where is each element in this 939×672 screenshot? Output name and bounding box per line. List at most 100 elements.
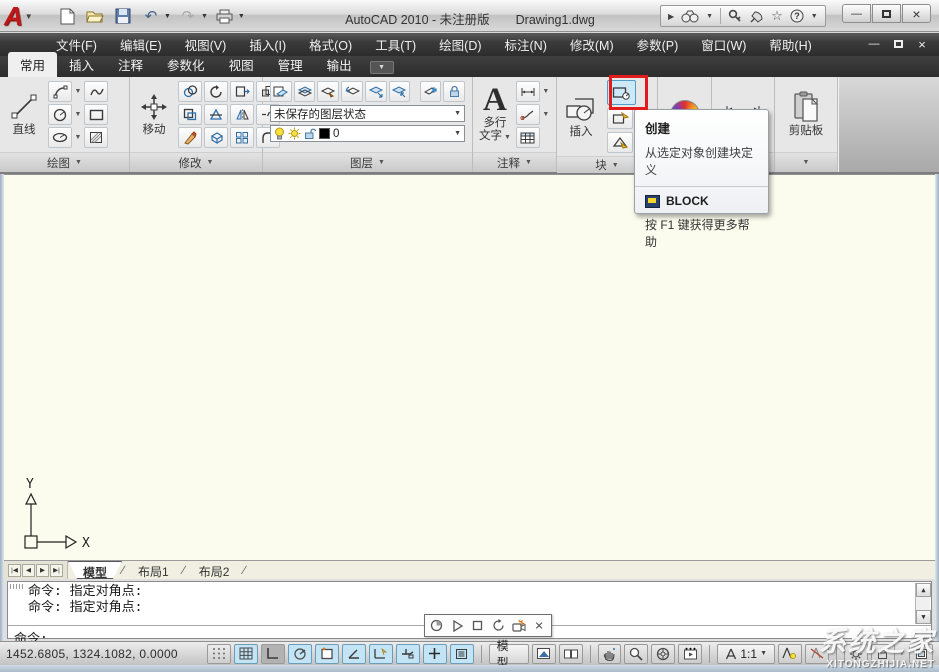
restore-button[interactable] <box>872 4 901 23</box>
stretch-button[interactable] <box>230 81 254 102</box>
multileader-caret-icon[interactable]: ▼ <box>542 111 550 118</box>
mirror-button[interactable] <box>230 104 254 125</box>
coordinate-readout[interactable]: 1452.6805, 1324.1082, 0.0000 <box>6 647 178 661</box>
ellipse-button[interactable] <box>48 127 72 148</box>
dynamic-input-toggle[interactable] <box>423 644 447 664</box>
help-button[interactable]: ? <box>790 9 804 23</box>
close-button[interactable]: × <box>902 4 931 23</box>
copy-button[interactable] <box>178 81 202 102</box>
polar-tracking-toggle[interactable] <box>288 644 312 664</box>
stop-button[interactable] <box>469 617 486 634</box>
trim-button[interactable] <box>204 104 228 125</box>
define-attributes-button[interactable] <box>607 132 633 153</box>
insert-block-button[interactable]: 插入 <box>561 92 601 141</box>
snap-toggle[interactable] <box>207 644 231 664</box>
infocenter-expand-icon[interactable]: ▶ <box>668 12 674 21</box>
rotate-button[interactable] <box>204 81 228 102</box>
ortho-toggle[interactable] <box>261 644 285 664</box>
first-tab-button[interactable]: |◀ <box>8 564 21 577</box>
lineweight-toggle[interactable] <box>450 644 474 664</box>
save-button[interactable] <box>112 5 134 27</box>
doc-restore-button[interactable] <box>891 37 905 51</box>
menu-draw[interactable]: 绘图(D) <box>439 35 481 54</box>
line-button[interactable]: 直线 <box>4 90 44 139</box>
panel-modify-label[interactable]: 修改▼ <box>130 152 262 172</box>
favorites-star-icon[interactable]: ☆ <box>771 8 783 24</box>
tab-manage[interactable]: 管理 <box>266 52 315 77</box>
doc-minimize-button[interactable]: — <box>867 37 881 51</box>
doc-close-button[interactable]: × <box>915 37 929 51</box>
communication-center-button[interactable] <box>749 10 764 23</box>
array-button[interactable] <box>230 127 254 148</box>
undo-dropdown-caret-icon[interactable]: ▼ <box>164 13 171 20</box>
menu-dimension[interactable]: 标注(N) <box>505 35 547 54</box>
tab-annotate[interactable]: 注释 <box>106 52 155 77</box>
workspace-switching-button[interactable] <box>844 644 868 664</box>
annotation-scale-button[interactable]: 1:1 ▼ <box>717 644 775 664</box>
dynamic-ucs-toggle[interactable] <box>396 644 420 664</box>
panel-layers-label[interactable]: 图层▼ <box>263 152 472 172</box>
application-menu-button[interactable]: A ▼ <box>4 1 50 31</box>
tab-model[interactable]: 模型 <box>68 561 122 579</box>
drawing-area[interactable]: Y X <box>4 174 935 560</box>
arc-caret-icon[interactable]: ▼ <box>74 88 82 95</box>
open-file-button[interactable] <box>84 5 106 27</box>
ribbon-minimize-button[interactable]: ▼ <box>370 61 394 74</box>
edit-block-button[interactable] <box>607 108 633 129</box>
layer-properties-button[interactable] <box>270 81 292 102</box>
table-button[interactable] <box>516 127 540 148</box>
search-button[interactable] <box>681 10 699 23</box>
undo-button[interactable]: ↶ <box>140 5 162 27</box>
plot-button[interactable] <box>214 5 236 27</box>
multileader-button[interactable] <box>516 104 540 125</box>
layer-previous-button[interactable] <box>341 81 363 102</box>
show-motion-button[interactable] <box>678 644 702 664</box>
scroll-down-icon[interactable]: ▼ <box>916 610 931 624</box>
status-menu-caret-icon[interactable]: ▼ <box>898 650 906 657</box>
quick-view-layouts-button[interactable] <box>532 644 556 664</box>
menu-tools[interactable]: 工具(T) <box>375 35 416 54</box>
command-history[interactable]: 命令: 指定对角点:命令: 指定对角点: <box>8 582 931 616</box>
layer-lock-button[interactable] <box>443 81 465 102</box>
layer-control-dropdown[interactable]: 0 ▼ <box>270 125 465 142</box>
layer-state-dropdown[interactable]: 未保存的图层状态 ▼ <box>270 105 465 122</box>
search-caret-icon[interactable]: ▼ <box>706 13 713 20</box>
menu-help[interactable]: 帮助(H) <box>769 35 811 54</box>
close-minibar-button[interactable]: × <box>531 617 548 634</box>
circle-button[interactable] <box>48 104 72 125</box>
offset-button[interactable] <box>178 104 202 125</box>
steering-wheel-button[interactable] <box>651 644 675 664</box>
new-file-button[interactable] <box>56 5 78 27</box>
toolbar-lock-button[interactable] <box>871 644 895 664</box>
prev-tab-button[interactable]: ◀ <box>22 564 35 577</box>
record-button[interactable] <box>510 617 527 634</box>
arc-button[interactable] <box>48 81 72 102</box>
tab-home[interactable]: 常用 <box>8 52 57 77</box>
hatch-button[interactable] <box>84 127 108 148</box>
match-layer-button[interactable] <box>317 81 339 102</box>
model-space-button[interactable]: 模型 <box>489 644 529 664</box>
object-snap-tracking-toggle[interactable] <box>369 644 393 664</box>
ellipse-caret-icon[interactable]: ▼ <box>74 134 82 141</box>
grid-toggle[interactable] <box>234 644 258 664</box>
next-tab-button[interactable]: ▶ <box>36 564 49 577</box>
pan-orbit-button[interactable] <box>428 617 445 634</box>
tab-insert[interactable]: 插入 <box>57 52 106 77</box>
circle-caret-icon[interactable]: ▼ <box>74 111 82 118</box>
menu-window[interactable]: 窗口(W) <box>701 35 746 54</box>
dimension-caret-icon[interactable]: ▼ <box>542 88 550 95</box>
layer-states-button[interactable] <box>294 81 316 102</box>
play-button[interactable] <box>449 617 466 634</box>
object-snap-toggle[interactable] <box>315 644 339 664</box>
mtext-button[interactable]: A 多行文字 ▼ <box>477 83 513 146</box>
redo-button[interactable]: ↷ <box>177 5 199 27</box>
tab-parametric[interactable]: 参数化 <box>155 52 217 77</box>
tab-layout2[interactable]: 布局2 <box>185 561 244 579</box>
panel-draw-label[interactable]: 绘图▼ <box>0 152 129 172</box>
minimize-button[interactable]: — <box>842 4 871 23</box>
clean-screen-button[interactable] <box>909 644 933 664</box>
last-tab-button[interactable]: ▶| <box>50 564 63 577</box>
rectangle-button[interactable] <box>84 104 108 125</box>
layer-freeze-button[interactable] <box>420 81 442 102</box>
tab-output[interactable]: 输出 <box>315 52 364 77</box>
